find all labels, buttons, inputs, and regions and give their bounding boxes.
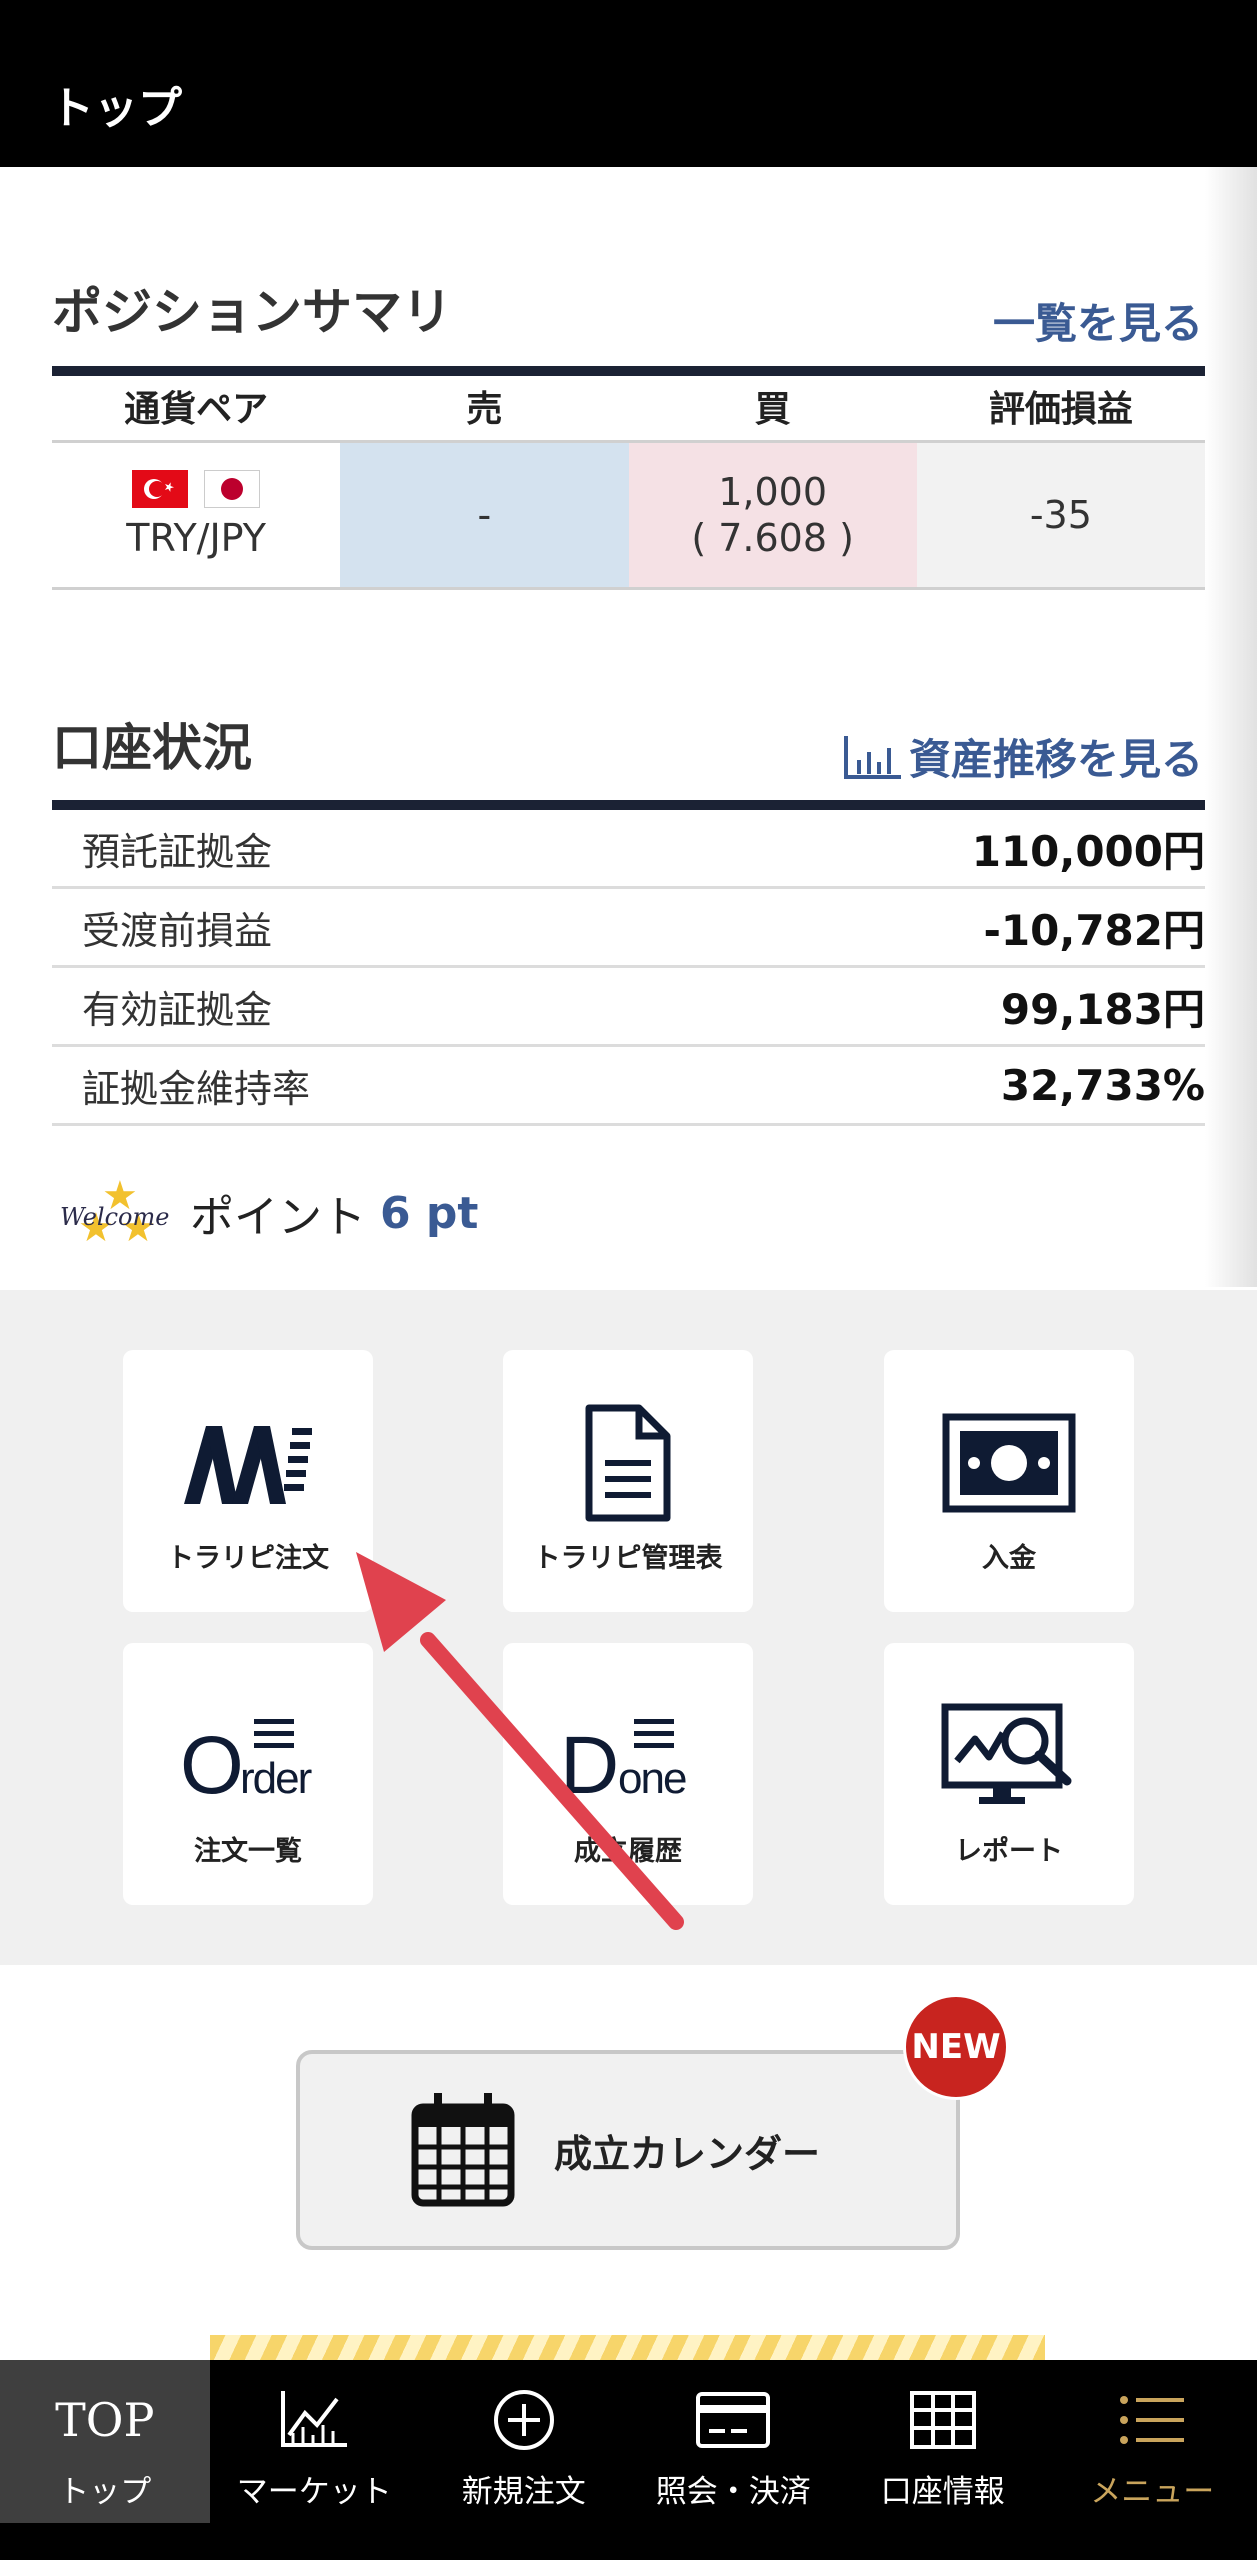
tile-trap-repeat-table[interactable]: トラリピ管理表 — [503, 1350, 753, 1612]
nav-menu[interactable]: メニュー — [1048, 2360, 1257, 2523]
nav-account-info[interactable]: 口座情報 — [838, 2360, 1048, 2523]
account-status-title: 口座状況 — [52, 719, 252, 777]
account-value: -10,782円 — [983, 905, 1205, 955]
tile-label: トラリピ注文 — [167, 1543, 329, 1574]
account-value: 99,183円 — [1000, 984, 1205, 1034]
sell-cell: - — [340, 443, 629, 587]
section-divider — [52, 800, 1205, 810]
column-buy: 買 — [754, 389, 791, 430]
tile-label: 入金 — [982, 1543, 1036, 1574]
column-sell: 売 — [466, 389, 503, 430]
tile-trap-repeat-order[interactable]: トラリピ注文 — [123, 1350, 373, 1612]
account-list: 預託証拠金 110,000円 受渡前損益 -10,782円 有効証拠金 99,1… — [52, 810, 1205, 1126]
svg-text:D: D — [560, 1720, 619, 1801]
app-header: トップ — [0, 0, 1257, 167]
svg-text:one: one — [618, 1754, 686, 1801]
account-value: 110,000円 — [971, 826, 1205, 876]
promo-banner[interactable] — [210, 2335, 1045, 2360]
pair-label: TRY/JPY — [126, 516, 266, 560]
nav-label: トップ — [58, 2474, 152, 2510]
nav-label: 照会・決済 — [655, 2474, 811, 2510]
account-label: 有効証拠金 — [82, 987, 273, 1032]
nav-inquiry-settlement[interactable]: 照会・決済 — [629, 2360, 839, 2523]
chart-line-icon — [281, 2391, 348, 2447]
nav-label: 新規注文 — [461, 2474, 586, 2510]
table-row[interactable]: TRY/JPY - 1,000 ( 7.608 ) -35 — [52, 443, 1205, 590]
list-item: 有効証拠金 99,183円 — [52, 968, 1205, 1047]
account-label: 受渡前損益 — [82, 908, 273, 953]
svg-text:O: O — [180, 1720, 244, 1801]
position-summary-title: ポジションサマリ — [52, 283, 452, 341]
table-header: 通貨ペア 売 買 評価損益 — [52, 377, 1205, 443]
welcome-logo: ★ ★ ★ Welcome — [56, 1173, 180, 1253]
account-label: 証拠金維持率 — [82, 1066, 311, 1111]
done-history-icon: D one — [560, 1719, 688, 1801]
nav-top[interactable]: TOP トップ — [0, 2360, 210, 2523]
order-list-icon: O rder — [180, 1719, 314, 1801]
section-divider — [52, 366, 1205, 376]
asset-history-link[interactable]: 資産推移を見る — [843, 726, 1203, 787]
tile-label: 注文一覧 — [194, 1836, 302, 1867]
nav-label: マーケット — [236, 2474, 392, 2510]
bottom-nav: TOP トップ マーケット 新規注文 照会・決済 口座情報 メニュー — [0, 2360, 1257, 2560]
account-value: 32,733% — [1000, 1060, 1205, 1110]
column-pair: 通貨ペア — [124, 389, 269, 430]
nav-market[interactable]: マーケット — [210, 2360, 420, 2523]
buy-quantity: 1,000 — [718, 470, 828, 514]
points-value: 6 pt — [380, 1187, 479, 1239]
table-grid-icon — [909, 2391, 976, 2449]
welcome-text: Welcome — [60, 1203, 170, 1231]
tile-done-history[interactable]: D one 成立履歴 — [503, 1643, 753, 1905]
nav-label: メニュー — [1090, 2474, 1215, 2510]
bar-chart-icon — [843, 735, 901, 779]
tile-label: 成立履歴 — [574, 1836, 682, 1867]
top-icon: TOP — [55, 2393, 155, 2447]
asset-history-label: 資産推移を見る — [908, 735, 1203, 784]
points-row[interactable]: ★ ★ ★ Welcome ポイント 6 pt — [56, 1168, 478, 1258]
tile-deposit[interactable]: 入金 — [884, 1350, 1134, 1612]
svg-text:rder: rder — [240, 1754, 312, 1801]
nav-label: 口座情報 — [880, 2474, 1005, 2510]
buy-cell: 1,000 ( 7.608 ) — [628, 443, 917, 587]
scroll-edge-shade — [1205, 167, 1257, 1287]
fill-calendar-button[interactable]: 成立カレンダー — [296, 2050, 960, 2250]
japan-flag-icon — [204, 470, 261, 508]
nav-new-order[interactable]: 新規注文 — [419, 2360, 629, 2523]
buy-rate: ( 7.608 ) — [691, 516, 854, 560]
calendar-icon — [411, 2093, 515, 2207]
points-label: ポイント — [190, 1192, 366, 1243]
shortcut-grid: トラリピ注文 トラリピ管理表 入金 O rder 注文一覧 D one 成立履歴… — [0, 1290, 1257, 1965]
page-title: トップ — [50, 83, 182, 134]
position-table: 通貨ペア 売 買 評価損益 TRY/JPY - 1,000 ( 7.608 ) … — [52, 377, 1205, 590]
column-pl: 評価損益 — [988, 389, 1133, 430]
account-label: 預託証拠金 — [82, 829, 273, 874]
document-icon — [585, 1404, 671, 1522]
pl-cell: -35 — [916, 443, 1205, 587]
tile-label: トラリピ管理表 — [533, 1543, 723, 1574]
tile-label: レポート — [955, 1836, 1063, 1867]
plus-circle-icon — [493, 2390, 554, 2450]
banknote-icon — [942, 1413, 1076, 1513]
menu-list-icon — [1120, 2396, 1185, 2444]
list-item: 受渡前損益 -10,782円 — [52, 889, 1205, 968]
pair-cell: TRY/JPY — [52, 443, 340, 587]
list-item: 預託証拠金 110,000円 — [52, 810, 1205, 889]
report-icon — [941, 1703, 1072, 1804]
calendar-label: 成立カレンダー — [554, 2131, 821, 2176]
list-item: 証拠金維持率 32,733% — [52, 1047, 1205, 1126]
tile-order-list[interactable]: O rder 注文一覧 — [123, 1643, 373, 1905]
tile-report[interactable]: レポート — [884, 1643, 1134, 1905]
trap-repeat-logo-icon — [184, 1426, 312, 1504]
card-icon — [696, 2392, 771, 2448]
new-badge: NEW — [903, 1994, 1009, 2100]
turkey-flag-icon — [132, 470, 189, 508]
view-list-link[interactable]: 一覧を見る — [993, 290, 1203, 351]
